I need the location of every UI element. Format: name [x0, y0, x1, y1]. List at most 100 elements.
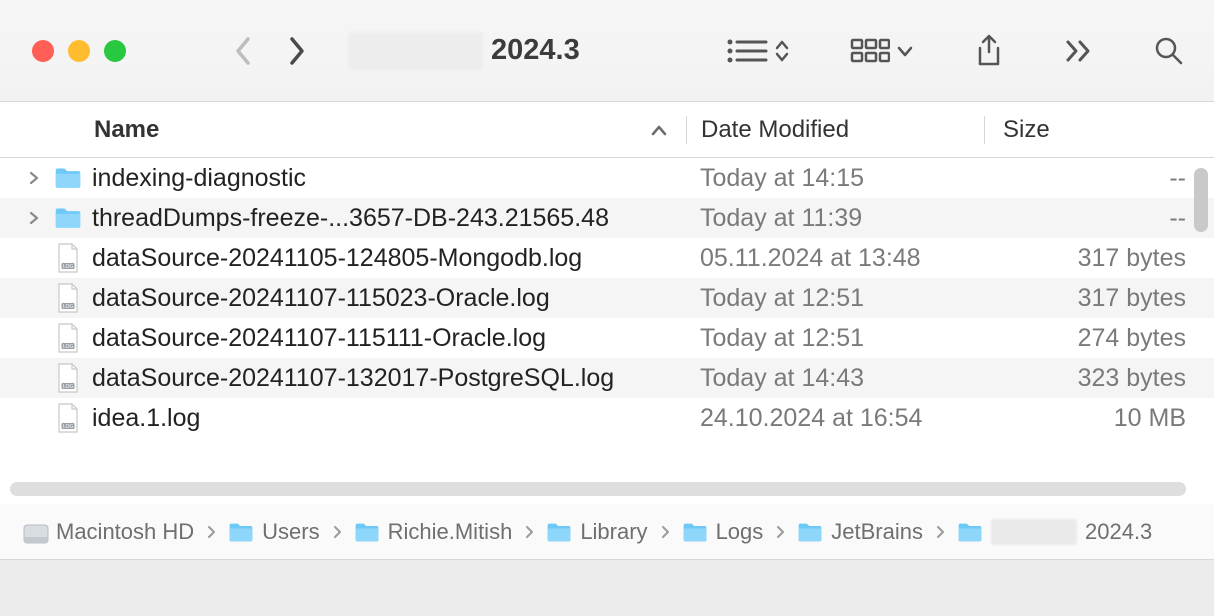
- folder-icon: [546, 522, 572, 542]
- file-list: indexing-diagnostic Today at 14:15-- thre…: [0, 158, 1214, 434]
- file-date: Today at 14:43: [686, 364, 984, 393]
- file-name: dataSource-20241105-124805-Mongodb.log: [92, 244, 582, 273]
- path-label: Richie.Mitish: [388, 519, 513, 545]
- file-date: Today at 11:39: [686, 204, 984, 233]
- search-button[interactable]: [1154, 36, 1184, 66]
- chevron-down-icon: [896, 44, 914, 58]
- log-file-icon: LOG: [54, 243, 82, 273]
- path-item[interactable]: Users: [228, 519, 319, 545]
- disclosure-triangle-icon: [28, 245, 44, 271]
- folder-icon: [54, 206, 82, 229]
- file-row[interactable]: LOG dataSource-20241107-115111-Oracle.lo…: [0, 318, 1214, 358]
- window-title: 2024.3: [348, 32, 580, 70]
- file-size: 323 bytes: [984, 364, 1214, 393]
- path-item[interactable]: JetBrains: [797, 519, 923, 545]
- forward-button[interactable]: [288, 36, 306, 66]
- group-by-icon: [850, 37, 890, 65]
- disk-icon: [22, 522, 48, 542]
- overflow-button[interactable]: [1064, 38, 1094, 64]
- file-row[interactable]: indexing-diagnostic Today at 14:15--: [0, 158, 1214, 198]
- column-header-date[interactable]: Date Modified: [686, 116, 984, 144]
- file-date: 05.11.2024 at 13:48: [686, 244, 984, 273]
- file-name: idea.1.log: [92, 404, 200, 433]
- file-row[interactable]: LOG dataSource-20241107-132017-PostgreSQ…: [0, 358, 1214, 398]
- path-item[interactable]: Macintosh HD: [22, 519, 194, 545]
- window-title-text: 2024.3: [491, 34, 580, 67]
- column-header-size[interactable]: Size: [984, 116, 1214, 144]
- file-date: 24.10.2024 at 16:54: [686, 404, 984, 433]
- nav-arrows: [234, 36, 306, 66]
- path-item[interactable]: Logs: [682, 519, 764, 545]
- path-item[interactable]: Library: [546, 519, 647, 545]
- updown-icon: [774, 37, 790, 65]
- file-name: dataSource-20241107-132017-PostgreSQL.lo…: [92, 364, 614, 393]
- folder-icon: [54, 166, 82, 189]
- disclosure-triangle-icon[interactable]: [28, 170, 44, 186]
- file-row[interactable]: LOG idea.1.log 24.10.2024 at 16:5410 MB: [0, 398, 1214, 434]
- path-label: JetBrains: [831, 519, 923, 545]
- status-bar: [0, 559, 1214, 616]
- horizontal-scrollbar-thumb[interactable]: [10, 482, 1186, 496]
- disclosure-triangle-icon: [28, 325, 44, 351]
- file-row[interactable]: threadDumps-freeze-...3657-DB-243.21565.…: [0, 198, 1214, 238]
- column-header-name-label: Name: [94, 116, 159, 144]
- folder-icon: [682, 522, 708, 542]
- close-window-button[interactable]: [32, 40, 54, 62]
- path-item[interactable]: 2024.3: [957, 519, 1152, 545]
- path-label: Users: [262, 519, 319, 545]
- sort-caret-icon: [650, 123, 668, 137]
- path-label: Library: [580, 519, 647, 545]
- file-row[interactable]: LOG dataSource-20241105-124805-Mongodb.l…: [0, 238, 1214, 278]
- disclosure-triangle-icon: [28, 405, 44, 431]
- svg-text:LOG: LOG: [63, 304, 74, 310]
- log-file-icon: LOG: [54, 283, 82, 313]
- group-by-button[interactable]: [850, 37, 914, 65]
- folder-icon: [957, 522, 983, 542]
- double-chevron-right-icon: [1064, 38, 1094, 64]
- path-separator-icon: [206, 524, 216, 540]
- file-date: Today at 14:15: [686, 164, 984, 193]
- back-button[interactable]: [234, 36, 252, 66]
- svg-text:LOG: LOG: [63, 384, 74, 390]
- file-row[interactable]: LOG dataSource-20241107-115023-Oracle.lo…: [0, 278, 1214, 318]
- folder-icon: [228, 522, 254, 542]
- svg-text:LOG: LOG: [63, 264, 74, 270]
- log-file-icon: LOG: [54, 363, 82, 393]
- path-label: Logs: [716, 519, 764, 545]
- share-button[interactable]: [974, 34, 1004, 68]
- path-separator-icon: [935, 524, 945, 540]
- file-date: Today at 12:51: [686, 324, 984, 353]
- path-separator-icon: [524, 524, 534, 540]
- file-size: --: [984, 164, 1214, 193]
- file-name: indexing-diagnostic: [92, 164, 306, 193]
- path-separator-icon: [332, 524, 342, 540]
- file-name: dataSource-20241107-115023-Oracle.log: [92, 284, 550, 313]
- svg-text:LOG: LOG: [63, 344, 74, 350]
- disclosure-triangle-icon[interactable]: [28, 210, 44, 226]
- traffic-lights: [32, 40, 126, 62]
- path-label: Macintosh HD: [56, 519, 194, 545]
- column-header-name[interactable]: Name: [0, 116, 686, 144]
- window-toolbar: 2024.3: [0, 0, 1214, 102]
- folder-icon: [354, 522, 380, 542]
- log-file-icon: LOG: [54, 403, 82, 433]
- file-size: 10 MB: [984, 404, 1214, 433]
- file-date: Today at 12:51: [686, 284, 984, 313]
- path-item[interactable]: Richie.Mitish: [354, 519, 513, 545]
- share-icon: [974, 34, 1004, 68]
- log-file-icon: LOG: [54, 323, 82, 353]
- file-size: 274 bytes: [984, 324, 1214, 353]
- file-size: --: [984, 204, 1214, 233]
- fullscreen-window-button[interactable]: [104, 40, 126, 62]
- file-name: threadDumps-freeze-...3657-DB-243.21565.…: [92, 204, 609, 233]
- view-list-button[interactable]: [726, 37, 790, 65]
- column-headers: Name Date Modified Size: [0, 102, 1214, 158]
- minimize-window-button[interactable]: [68, 40, 90, 62]
- disclosure-triangle-icon: [28, 285, 44, 311]
- folder-icon: [797, 522, 823, 542]
- list-view-icon: [726, 37, 768, 65]
- window-title-obscured-part: [348, 32, 483, 70]
- svg-text:LOG: LOG: [63, 424, 74, 430]
- vertical-scrollbar-thumb[interactable]: [1194, 168, 1208, 232]
- path-label: 2024.3: [1085, 519, 1152, 545]
